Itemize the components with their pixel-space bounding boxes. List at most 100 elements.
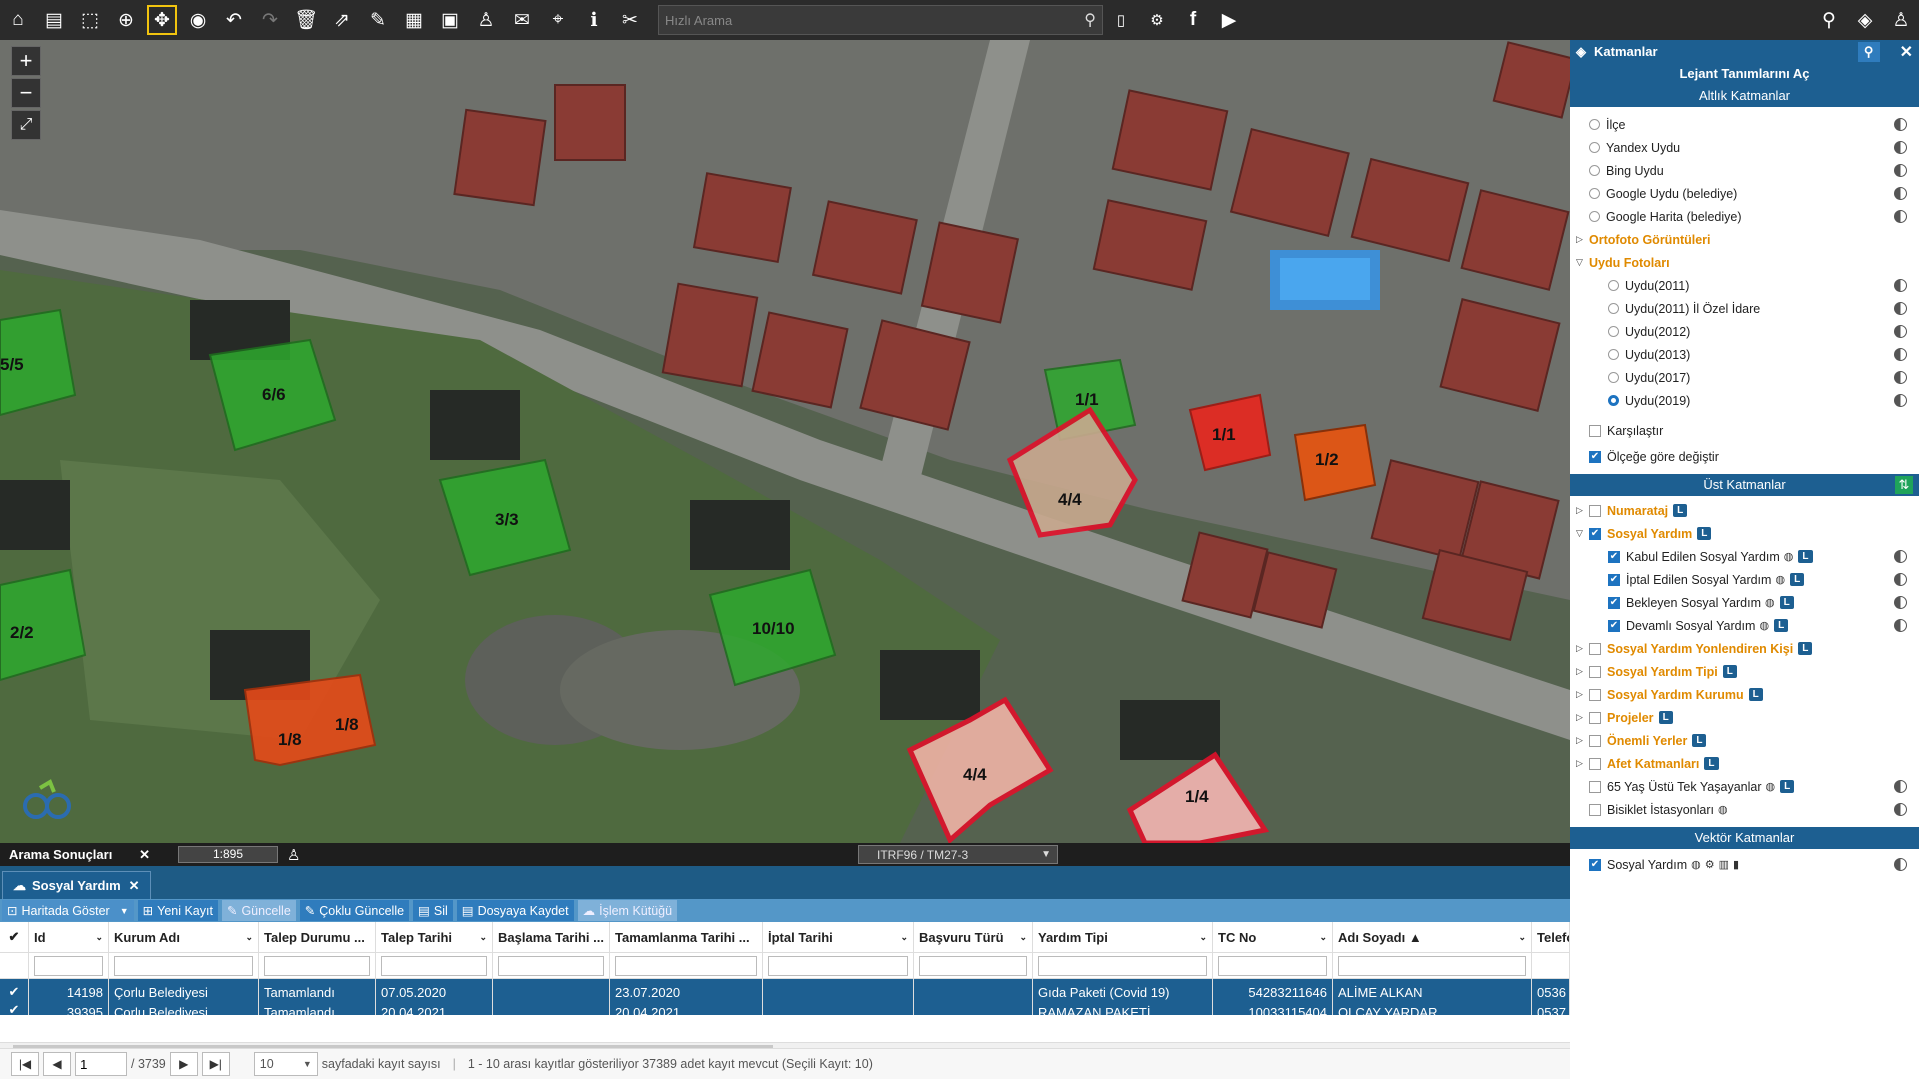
row-checkbox[interactable]: ✔ [0,979,29,1005]
new-record-button[interactable]: ⊞ Yeni Kayıt [137,900,218,921]
column-header[interactable]: Talep Tarihi ⌄ [376,922,493,952]
legend-badge[interactable]: L [1704,757,1719,770]
layer-group-uydu[interactable]: ▽ Uydu Fotoları [1570,251,1919,274]
legend-badge[interactable]: L [1697,527,1712,540]
quick-search-input[interactable] [665,12,1085,28]
search-icon[interactable]: ⚲ [1811,2,1847,38]
layer-group[interactable]: ▷ Sosyal Yardım Tipi L [1570,660,1919,683]
layer-item-tek-yasayan[interactable]: 65 Yaş Üstü Tek Yaşayanlar ◍ L [1570,775,1919,798]
globe-icon[interactable]: ◍ [1691,858,1701,871]
layer-group[interactable]: ▷ Önemli Yerler L [1570,729,1919,752]
uydu-layer-item[interactable]: Uydu(2011) İl Özel İdare [1570,297,1919,320]
opacity-icon[interactable] [1894,141,1907,154]
filter-input[interactable] [498,955,604,976]
uydu-layer-item[interactable]: Uydu(2013) [1570,343,1919,366]
checkbox[interactable]: ✔ [1608,573,1620,586]
building-icon[interactable]: ▦ [396,2,432,38]
checkbox[interactable] [1589,803,1601,816]
expand-icon[interactable]: ▷ [1576,689,1583,700]
save-to-file-button[interactable]: ▤ Dosyaya Kaydet [456,900,574,921]
expand-icon[interactable]: ▷ [1576,666,1583,677]
collapse-icon[interactable]: ▽ [1576,257,1583,268]
layer-item-bisiklet[interactable]: Bisiklet İstasyonları ◍ [1570,798,1919,821]
sosyal-layer-item[interactable]: ✔ Devamlı Sosyal Yardım ◍ L [1570,614,1919,637]
checkbox[interactable]: ✔ [1589,450,1601,463]
zoom-in-button[interactable]: + [11,46,41,76]
sosyal-layer-item[interactable]: ✔ Bekleyen Sosyal Yardım ◍ L [1570,591,1919,614]
checkbox[interactable]: ✔ [1608,596,1620,609]
bulk-update-button[interactable]: ✎ Çoklu Güncelle [299,900,410,921]
facebook-icon[interactable]: f [1175,2,1211,38]
legend-badge[interactable]: L [1798,550,1813,563]
settings-icon[interactable]: ⚙ [1705,858,1715,871]
radio-icon[interactable] [1608,372,1619,383]
sosyal-layer-item[interactable]: ✔ Kabul Edilen Sosyal Yardım ◍ L [1570,545,1919,568]
tab-sosyal-yardim[interactable]: ☁ Sosyal Yardım ✕ [2,871,151,899]
opacity-icon[interactable] [1894,596,1907,609]
expand-icon[interactable]: ▷ [1576,505,1583,516]
zoom-icon[interactable]: ⊕ [108,2,144,38]
radio-icon[interactable] [1589,165,1600,176]
base-layer-item[interactable]: İlçe [1570,113,1919,136]
column-header[interactable]: İptal Tarihi ⌄ [763,922,914,952]
opacity-icon[interactable] [1894,279,1907,292]
opacity-icon[interactable] [1894,164,1907,177]
checkbox[interactable] [1589,711,1601,724]
opacity-icon[interactable] [1894,348,1907,361]
quick-search[interactable]: ⚲ [658,5,1103,35]
filter-input[interactable] [1038,955,1207,976]
opacity-icon[interactable] [1894,858,1907,871]
globe-icon[interactable]: ◍ [1765,596,1775,609]
legend-badge[interactable]: L [1748,688,1763,701]
scale-change-option[interactable]: ✔ Ölçeğe göre değiştir [1570,445,1919,468]
column-header[interactable]: TC No ⌄ [1213,922,1333,952]
legend-badge[interactable]: L [1673,504,1688,517]
column-header[interactable]: Telefon Numarası [1532,922,1570,952]
globe-icon[interactable]: ◍ [1766,780,1776,793]
search-icon[interactable]: ⚲ [1857,41,1880,62]
layer-group[interactable]: ▷ Sosyal Yardım Yonlendiren Kişi L [1570,637,1919,660]
opacity-icon[interactable] [1894,619,1907,632]
table-row[interactable]: ✔ 14198 Çorlu Belediyesi Tamamlandı 07.0… [0,979,1570,1005]
edit-icon[interactable]: ✎ [360,2,396,38]
fullscreen-button[interactable]: ⤢ [11,110,41,140]
checkbox[interactable] [1589,665,1601,678]
save-icon[interactable]: ▤ [36,2,72,38]
search-icon[interactable]: ⚲ [1084,10,1096,30]
radio-icon[interactable] [1608,395,1619,406]
expand-icon[interactable]: ▷ [1576,735,1583,746]
lock-icon[interactable]: ▮ [1733,858,1739,871]
filter-input[interactable] [1218,955,1327,976]
delete-icon[interactable]: 🗑 [288,2,324,38]
opacity-icon[interactable] [1894,803,1907,816]
radio-icon[interactable] [1589,142,1600,153]
checkbox[interactable]: ✔ [1589,527,1601,540]
scale-display[interactable]: 1:895 [178,846,278,863]
radio-icon[interactable] [1608,303,1619,314]
delete-button[interactable]: ▤ Sil [413,900,453,921]
vector-layer-item[interactable]: ✔ Sosyal Yardım ◍ ⚙ ▥ ▮ [1570,853,1919,876]
opacity-icon[interactable] [1894,550,1907,563]
tools-icon[interactable]: ⚙ [1139,2,1175,38]
radio-icon[interactable] [1608,349,1619,360]
checkbox[interactable] [1589,424,1601,437]
opacity-icon[interactable] [1894,394,1907,407]
checkbox[interactable] [1589,780,1601,793]
column-header[interactable]: Id ⌄ [29,922,109,952]
info-icon[interactable]: ℹ [576,2,612,38]
filter-input[interactable] [34,955,103,976]
page-number-input[interactable] [75,1052,127,1076]
filter-input[interactable] [1338,955,1526,976]
checkbox[interactable]: ✔ [1608,550,1620,563]
sosyal-layer-item[interactable]: ✔ İptal Edilen Sosyal Yardım ◍ L [1570,568,1919,591]
layer-group-numarataj[interactable]: ▷ Numarataj L [1570,499,1919,522]
filter-input[interactable] [264,955,370,976]
compare-option[interactable]: Karşılaştır [1570,419,1919,442]
expand-icon[interactable]: ▷ [1576,712,1583,723]
opacity-icon[interactable] [1894,118,1907,131]
legend-badge[interactable]: L [1798,642,1813,655]
layer-group-ortofoto[interactable]: ▷ Ortofoto Görüntüleri [1570,228,1919,251]
radio-icon[interactable] [1589,211,1600,222]
close-icon[interactable]: ✕ [139,847,150,863]
legend-badge[interactable]: L [1722,665,1737,678]
